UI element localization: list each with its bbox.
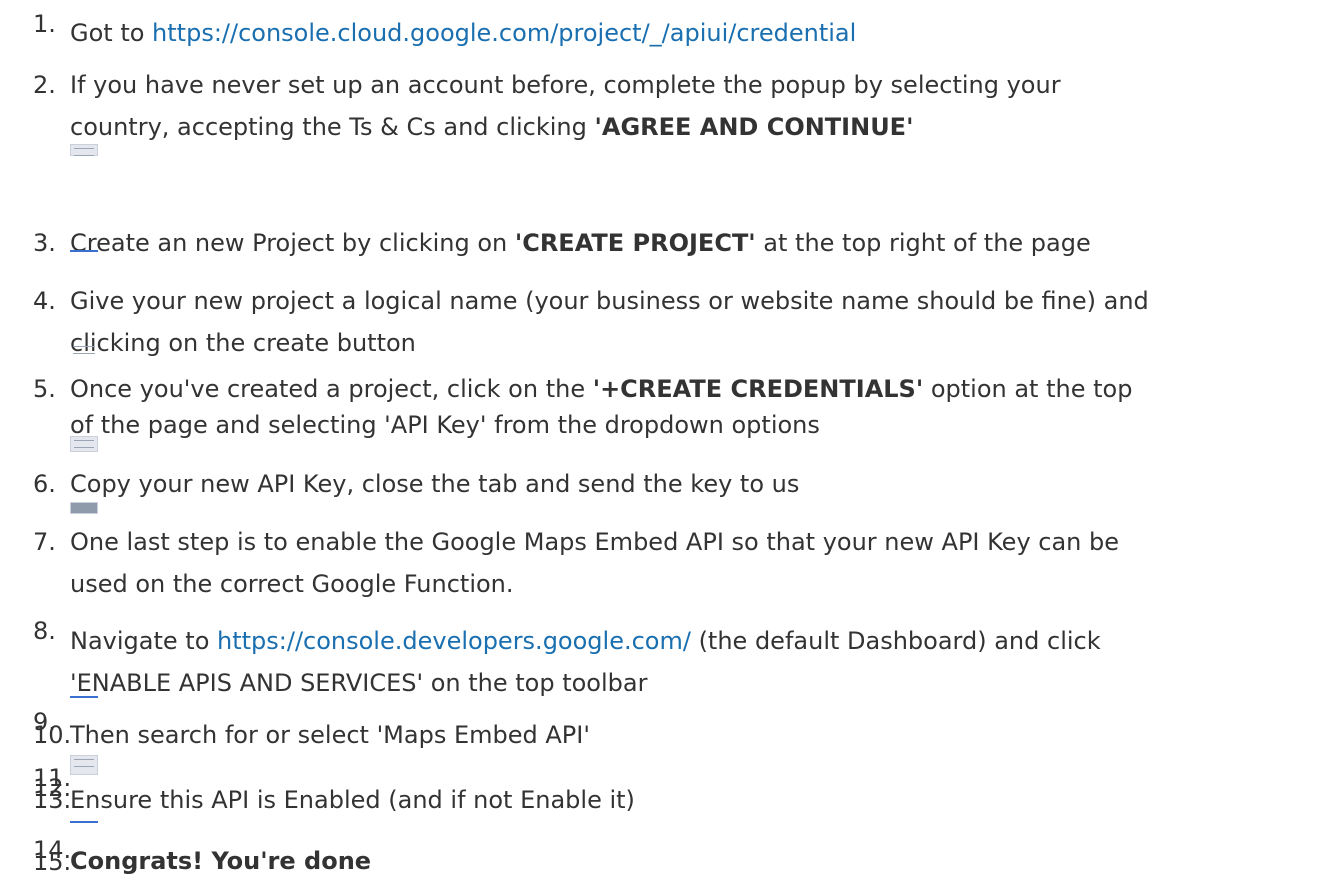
screenshot-thumbnail[interactable] bbox=[70, 436, 98, 452]
step-number: 5. bbox=[33, 375, 56, 403]
step-6-text: Copy your new API Key, close the tab and… bbox=[70, 470, 800, 498]
step-8-prefix: Navigate to bbox=[70, 627, 217, 655]
create-project-label: 'CREATE PROJECT' bbox=[514, 229, 756, 257]
developers-console-link[interactable]: https://console.developers.google.com/ bbox=[217, 627, 691, 655]
step-2-line1: If you have never set up an account befo… bbox=[70, 71, 1061, 99]
step-13-text: Ensure this API is Enabled (and if not E… bbox=[70, 786, 635, 814]
step-5-pre: Once you've created a project, click on … bbox=[70, 375, 593, 403]
credentials-link[interactable]: https://console.cloud.google.com/project… bbox=[152, 19, 856, 47]
step-number: 7. bbox=[33, 528, 56, 556]
step-3-text: Create an new Project by clicking on 'CR… bbox=[70, 222, 1331, 264]
step-7-line1: One last step is to enable the Google Ma… bbox=[70, 528, 1120, 556]
step-number: 6. bbox=[33, 470, 56, 498]
screenshot-thumbnail[interactable] bbox=[70, 246, 98, 252]
step-10-text: Then search for or select 'Maps Embed AP… bbox=[70, 721, 590, 749]
step-2-line2-text: country, accepting the Ts & Cs and click… bbox=[70, 113, 595, 141]
step-1-text: Got to https://console.cloud.google.com/… bbox=[70, 12, 1331, 54]
step-number: 3. bbox=[33, 229, 56, 257]
congrats-text: Congrats! You're done bbox=[70, 847, 372, 875]
step-number: 1. bbox=[33, 10, 56, 38]
step-number: 8. bbox=[33, 617, 56, 645]
screenshot-thumbnail[interactable] bbox=[70, 755, 98, 775]
step-3-post: at the top right of the page bbox=[755, 229, 1091, 257]
step-number: 15. bbox=[33, 848, 72, 876]
step-number: 2. bbox=[33, 71, 56, 99]
step-4-line1: Give your new project a logical name (yo… bbox=[70, 287, 1149, 315]
step-2-line2: country, accepting the Ts & Cs and click… bbox=[70, 106, 1331, 148]
step-8-line1: Navigate to https://console.developers.g… bbox=[70, 620, 1331, 662]
step-3-pre: Create an new Project by clicking on bbox=[70, 229, 515, 257]
step-7-line2: used on the correct Google Function. bbox=[70, 570, 514, 598]
step-4-line2: clicking on the create button bbox=[70, 329, 416, 357]
screenshot-thumbnail[interactable] bbox=[70, 502, 98, 514]
screenshot-thumbnail[interactable] bbox=[70, 344, 98, 356]
screenshot-thumbnail[interactable] bbox=[70, 144, 98, 156]
step-5-line2: of the page and selecting 'API Key' from… bbox=[70, 411, 820, 439]
step-1-prefix: Got to bbox=[70, 19, 153, 47]
instructions-page: 1. Got to https://console.cloud.google.c… bbox=[0, 0, 1341, 878]
step-number: 13. bbox=[33, 786, 72, 814]
agree-continue-label: 'AGREE AND CONTINUE' bbox=[594, 113, 914, 141]
create-credentials-label: '+CREATE CREDENTIALS' bbox=[592, 375, 924, 403]
step-number: 10. bbox=[33, 721, 72, 749]
step-5-post: option at the top bbox=[923, 375, 1133, 403]
step-8-line2: 'ENABLE APIS AND SERVICES' on the top to… bbox=[70, 669, 648, 697]
step-8-post: (the default Dashboard) and click bbox=[690, 627, 1101, 655]
step-number: 4. bbox=[33, 287, 56, 315]
screenshot-thumbnail[interactable] bbox=[70, 821, 98, 831]
screenshot-thumbnail[interactable] bbox=[70, 696, 98, 706]
